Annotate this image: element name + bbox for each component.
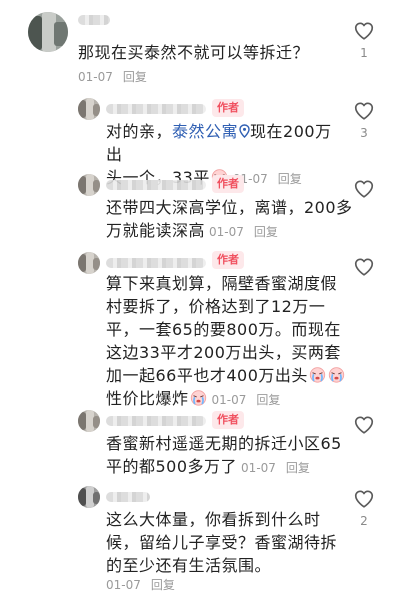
- comment-text-line: 算下来真划算，隔壁香蜜湖度假: [106, 274, 338, 293]
- comment-item: 那现在买泰然不就可以等拆迁？ 01-07 回复 1: [0, 0, 414, 90]
- reply-item: 作者 香蜜新村遥遥无期的拆迁小区65 平的都500多万了 01-07 回复: [0, 404, 414, 482]
- comment-text[interactable]: 还带四大深高学位，离谱，200多 万就能读深高 01-07 回复: [106, 196, 356, 244]
- author-badge: 作者: [212, 175, 244, 193]
- comment-text-line: 村要拆了，价格达到了12万一: [106, 297, 326, 316]
- comment-text-line: 的至少还有生活氛围。: [106, 556, 272, 575]
- reply-button[interactable]: 回复: [151, 578, 175, 592]
- avatar[interactable]: [78, 410, 100, 432]
- property-link[interactable]: 泰然公寓: [172, 122, 250, 141]
- like-button[interactable]: 3: [352, 100, 376, 140]
- reply-item: 作者 对的亲，泰然公寓 现在200万出 头一个，33平 01-07 回复 3: [0, 90, 414, 187]
- location-pin-icon: [239, 124, 250, 138]
- comment-text-line: 候，留给儿子享受？香蜜湖待拆: [106, 533, 338, 552]
- property-link-label: 泰然公寓: [172, 122, 239, 141]
- heart-outline-icon[interactable]: [353, 488, 375, 510]
- comment-text-line: 这边33平才200万出头，买两套: [106, 343, 341, 362]
- like-button[interactable]: [352, 256, 376, 278]
- like-button[interactable]: [352, 414, 376, 436]
- comment-text[interactable]: 算下来真划算，隔壁香蜜湖度假 村要拆了，价格达到了12万一 平，一套65的要80…: [106, 272, 356, 412]
- crying-face-emoji: [328, 366, 345, 383]
- username-blurred[interactable]: [106, 492, 150, 502]
- username-blurred[interactable]: [106, 180, 206, 190]
- comment-text[interactable]: 这么大体量，你看拆到什么时 候，留给儿子享受？香蜜湖待拆 的至少还有生活氛围。: [106, 508, 356, 577]
- username-blurred[interactable]: [106, 104, 206, 114]
- comment-text-line: 加一起66平也才400万出头: [106, 366, 308, 385]
- avatar[interactable]: [78, 252, 100, 274]
- author-badge: 作者: [212, 411, 244, 429]
- like-count: 1: [360, 46, 368, 60]
- like-count: 3: [360, 126, 368, 140]
- crying-face-emoji: [309, 366, 326, 383]
- reply-item: 作者 还带四大深高学位，离谱，200多 万就能读深高 01-07 回复: [0, 168, 414, 246]
- comment-text-line: 这么大体量，你看拆到什么时: [106, 510, 321, 529]
- like-button[interactable]: 1: [352, 20, 376, 60]
- avatar[interactable]: [78, 174, 100, 196]
- username-blurred[interactable]: [78, 15, 110, 25]
- comment-text[interactable]: 那现在买泰然不就可以等拆迁？: [78, 41, 358, 64]
- heart-outline-icon[interactable]: [353, 100, 375, 122]
- reply-item: 这么大体量，你看拆到什么时 候，留给儿子享受？香蜜湖待拆 的至少还有生活氛围。 …: [0, 482, 414, 602]
- author-badge: 作者: [212, 99, 244, 117]
- avatar[interactable]: [28, 12, 68, 52]
- reply-button[interactable]: 回复: [286, 461, 310, 475]
- comment-text-line: 万就能读深高: [106, 221, 206, 240]
- avatar[interactable]: [78, 98, 100, 120]
- heart-outline-icon[interactable]: [353, 20, 375, 42]
- comment-text-line: 香蜜新村遥遥无期的拆迁小区65: [106, 434, 342, 453]
- avatar[interactable]: [78, 486, 100, 508]
- comment-text-content: 那现在买泰然不就可以等拆迁？: [78, 43, 310, 62]
- author-badge: 作者: [212, 251, 244, 269]
- heart-outline-icon[interactable]: [353, 178, 375, 200]
- comment-text-line: 还带四大深高学位，离谱，200多: [106, 198, 353, 217]
- heart-outline-icon[interactable]: [353, 414, 375, 436]
- reply-item: 作者 算下来真划算，隔壁香蜜湖度假 村要拆了，价格达到了12万一 平，一套65的…: [0, 246, 414, 408]
- comment-text-line: 平，一套65的要800万。而现在: [106, 320, 341, 339]
- heart-outline-icon[interactable]: [353, 256, 375, 278]
- username-blurred[interactable]: [106, 416, 206, 426]
- comment-date: 01-07: [106, 578, 141, 592]
- comment-text[interactable]: 香蜜新村遥遥无期的拆迁小区65 平的都500多万了 01-07 回复: [106, 432, 356, 480]
- comment-meta: 01-07 回复: [78, 68, 147, 85]
- like-button[interactable]: [352, 178, 376, 200]
- like-count: 2: [360, 514, 368, 528]
- comment-date: 01-07: [241, 461, 276, 475]
- comment-date: 01-07: [78, 70, 113, 84]
- comment-date: 01-07: [209, 225, 244, 239]
- reply-button[interactable]: 回复: [254, 225, 278, 239]
- username-blurred[interactable]: [106, 258, 206, 268]
- reply-button[interactable]: 回复: [123, 70, 147, 84]
- like-button[interactable]: 2: [352, 488, 376, 528]
- comment-text-line: 平的都500多万了: [106, 457, 238, 476]
- comment-text-part: 对的亲，: [106, 122, 173, 141]
- comment-meta: 01-07 回复: [106, 576, 175, 593]
